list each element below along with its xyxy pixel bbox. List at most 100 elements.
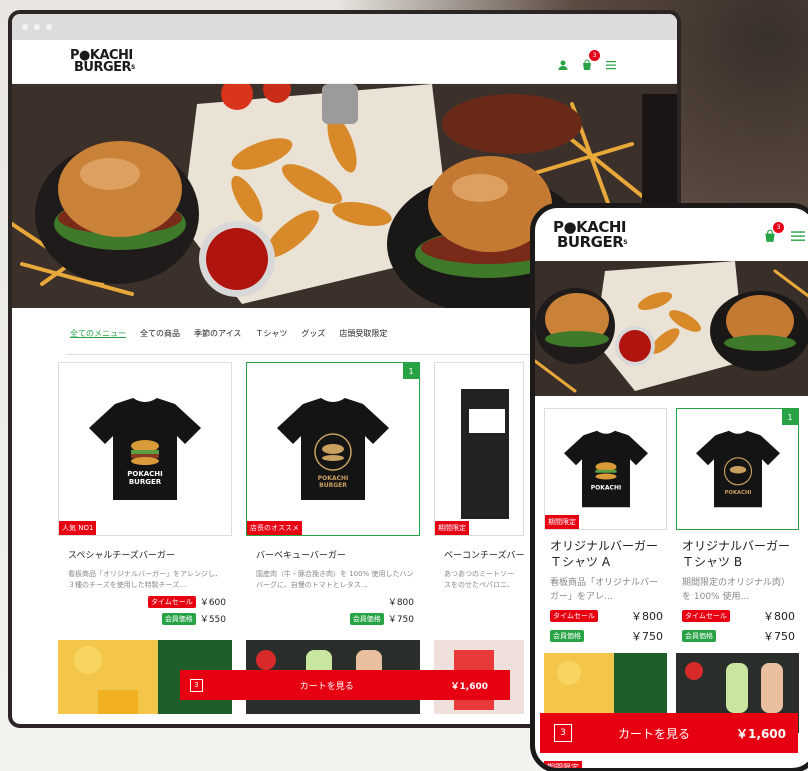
member-label: 会員価格 xyxy=(349,612,384,625)
product-title[interactable]: バーベキューバーガー xyxy=(256,548,420,561)
phone-mockup: P●KACHI BURGERS 3 POKACHI 期間限定 オリジナルバーガー… xyxy=(530,203,808,771)
member-price-row: 会員価格 ￥750 xyxy=(246,612,420,625)
tab-tshirts[interactable]: Ｔシャツ xyxy=(255,328,287,352)
cart-badge: 3 xyxy=(589,49,600,61)
sale-label: タイムセール xyxy=(682,610,730,622)
phone-header: P●KACHI BURGERS 3 xyxy=(535,208,808,261)
product-card[interactable]: POKACHI 1 オリジナルバーガー Ｔシャツ B 期間限定のオリジナル肉）を… xyxy=(676,408,799,644)
sale-price: ￥800 xyxy=(763,610,795,623)
sale-price-row: タイムセール ￥800 xyxy=(682,608,795,624)
product-desc: あつあつのミートソースをのせたペパロニ、ラペーニョとスライス… xyxy=(444,570,514,589)
notebook-image xyxy=(461,389,509,519)
product-thumbnail[interactable]: POKACHI 1 xyxy=(676,408,799,530)
window-dot xyxy=(22,24,28,30)
sale-label: タイムセール xyxy=(550,610,598,622)
product-title[interactable]: ベーコンチーズバーガー xyxy=(444,548,524,561)
cart-badge: 3 xyxy=(773,221,784,233)
view-cart-bar[interactable]: 3 カートを見る ￥1,600 xyxy=(180,670,510,700)
browser-chrome xyxy=(12,14,677,40)
svg-text:BURGER: BURGER xyxy=(129,478,162,486)
product-desc: 看板商品「オリジナルバーガー」をアレンジし、３種のチーズを使用した特製チーズ… xyxy=(68,570,222,589)
product-thumbnail[interactable]: POKACHI BURGER 1 店長のオススメ xyxy=(246,362,420,536)
product-desc: 看板商品「オリジナルバーガー」をアレ… xyxy=(550,578,659,602)
product-desc: 国産肉（牛・豚合挽き肉）を 100% 使用したハンバーグに、自慢のトマトとレタス… xyxy=(256,570,414,589)
view-cart-label: カートを見る xyxy=(618,726,691,741)
phone-product-grid: POKACHI 期間限定 オリジナルバーガー Ｔシャツ A 看板商品「オリジナル… xyxy=(544,408,799,644)
product-tag: 人気 NO1 xyxy=(59,521,97,535)
member-label: 会員価格 xyxy=(682,630,716,642)
logo-line2: BURGER xyxy=(557,232,624,251)
product-tag: 期間限定 xyxy=(435,521,469,535)
tab-seasonal-ice[interactable]: 季節のアイス xyxy=(194,328,241,352)
tshirt-image: POKACHI BURGER xyxy=(277,398,389,500)
cart-total: ￥1,600 xyxy=(736,726,786,741)
product-tag: 店長のオススメ xyxy=(247,521,302,535)
svg-text:POKACHI: POKACHI xyxy=(724,490,751,496)
member-label: 会員価格 xyxy=(161,612,196,625)
tab-all-products[interactable]: 全ての商品 xyxy=(140,328,180,352)
cart-icon[interactable]: 3 xyxy=(581,49,600,70)
sale-price-row: タイムセール ￥800 xyxy=(550,608,663,624)
svg-text:POKACHI: POKACHI xyxy=(127,470,163,478)
sale-price-row: タイムセール ￥600 xyxy=(58,595,232,608)
product-card[interactable]: POKACHI 期間限定 オリジナルバーガー Ｔシャツ A 看板商品「オリジナル… xyxy=(544,408,667,644)
cart-count: 3 xyxy=(554,724,572,742)
product-tag: 期間限定 xyxy=(545,515,579,529)
svg-text:POKACHI: POKACHI xyxy=(318,475,348,482)
sale-price: ￥800 xyxy=(631,610,663,623)
sale-price: ￥600 xyxy=(199,598,226,608)
product-title[interactable]: オリジナルバーガー Ｔシャツ A xyxy=(550,538,663,570)
product-grid: POKACHI BURGER 人気 NO1 スペシャルチーズバーガー 看板商品「… xyxy=(58,362,524,625)
product-card[interactable]: POKACHI BURGER 人気 NO1 スペシャルチーズバーガー 看板商品「… xyxy=(58,362,232,625)
user-icon[interactable] xyxy=(557,56,569,70)
member-price: ￥750 xyxy=(387,615,414,625)
view-cart-label: カートを見る xyxy=(299,681,354,692)
view-cart-bar[interactable]: 3 カートを見る ￥1,600 xyxy=(540,713,798,753)
cart-quantity-badge: 1 xyxy=(782,409,798,425)
product-card[interactable]: 期間限定 ベーコンチーズバーガー あつあつのミートソースをのせたペパロニ、ラペー… xyxy=(434,362,524,625)
cart-total: ￥1,600 xyxy=(450,681,488,692)
product-title[interactable]: オリジナルバーガー Ｔシャツ B xyxy=(682,538,795,570)
product-card[interactable]: POKACHI BURGER 1 店長のオススメ バーベキューバーガー 国産肉（… xyxy=(246,362,420,625)
tshirt-image: POKACHI xyxy=(695,430,780,508)
tab-all-menu[interactable]: 全てのメニュー xyxy=(70,328,126,352)
product-thumbnail[interactable]: POKACHI BURGER 人気 NO1 xyxy=(58,362,232,536)
svg-text:POKACHI: POKACHI xyxy=(590,484,620,491)
tab-store-pickup[interactable]: 店頭受取限定 xyxy=(339,328,387,352)
product-thumbnail[interactable]: POKACHI 期間限定 xyxy=(544,408,667,530)
member-price: ￥750 xyxy=(631,630,663,643)
menu-icon[interactable] xyxy=(605,56,617,69)
regular-price: ￥800 xyxy=(387,598,414,608)
product-title[interactable]: スペシャルチーズバーガー xyxy=(68,548,232,561)
member-price: ￥750 xyxy=(763,630,795,643)
logo-suffix: S xyxy=(623,238,628,246)
member-price: ￥550 xyxy=(199,615,226,625)
brand-logo[interactable]: P●KACHI BURGERS xyxy=(70,49,135,75)
tshirt-image: POKACHI BURGER xyxy=(89,398,201,500)
product-tag: 期間限定 xyxy=(544,761,582,768)
svg-text:BURGER: BURGER xyxy=(319,482,347,489)
product-thumbnail[interactable]: 期間限定 xyxy=(434,362,524,536)
logo-suffix: S xyxy=(131,63,135,71)
window-dot xyxy=(34,24,40,30)
price-row: ￥800 xyxy=(246,595,420,608)
member-price-row: 会員価格 ￥550 xyxy=(58,612,232,625)
cart-icon[interactable]: 3 xyxy=(763,221,784,242)
member-price-row: 会員価格 ￥750 xyxy=(550,628,663,644)
phone-hero-image xyxy=(535,261,808,396)
cart-quantity-badge: 1 xyxy=(403,363,419,379)
product-desc: 期間限定のオリジナル肉）を 100% 使用… xyxy=(682,578,791,602)
window-dot xyxy=(46,24,52,30)
cart-count: 3 xyxy=(190,678,203,692)
member-label: 会員価格 xyxy=(550,630,584,642)
phone-header-icons: 3 xyxy=(763,221,805,242)
brand-logo[interactable]: P●KACHI BURGERS xyxy=(553,219,628,251)
member-price-row: 会員価格 ￥750 xyxy=(682,628,795,644)
header-icons: 3 xyxy=(557,49,617,70)
tshirt-image: POKACHI xyxy=(563,430,648,508)
sale-label: タイムセール xyxy=(147,595,196,608)
tab-goods[interactable]: グッズ xyxy=(301,328,325,352)
site-header: P●KACHI BURGERS 3 xyxy=(12,40,677,84)
logo-line2: BURGER xyxy=(74,59,132,75)
menu-icon[interactable] xyxy=(791,228,805,242)
